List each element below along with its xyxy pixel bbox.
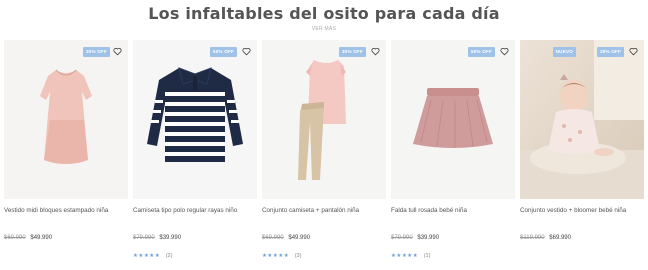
review-count: (3) <box>294 253 302 259</box>
product-name[interactable]: Conjunto vestido + bloomer bebé niña <box>520 207 644 214</box>
top-and-pants-icon <box>262 40 386 199</box>
price-new: $69.990 <box>549 235 571 241</box>
price-row: $69.990 $49.990 <box>262 235 310 241</box>
product-name[interactable]: Falda tull rosada bebé niña <box>391 207 515 214</box>
tulle-skirt-icon <box>391 40 515 199</box>
product-card[interactable]: 50% OFF Camiseta tipo polo regular rayas… <box>133 40 257 265</box>
wishlist-heart-icon[interactable] <box>112 46 123 57</box>
price-old: $119.990 <box>520 235 545 241</box>
price-row: $79.990 $39.990 <box>133 235 181 241</box>
product-name[interactable]: Vestido midi bloques estampado niña <box>4 207 128 214</box>
price-old: $79.990 <box>133 235 155 241</box>
product-image[interactable]: 50% OFF <box>133 40 257 199</box>
product-grid: 30% OFF Vestido midi bloques estampado n… <box>4 40 644 265</box>
discount-badge: 50% OFF <box>467 47 495 57</box>
rating-stars-icon: ★★★★★ <box>262 253 290 259</box>
price-row: $69.990 $49.990 <box>4 235 52 241</box>
product-card[interactable]: 50% OFF Falda tull rosada bebé niña $79.… <box>391 40 515 265</box>
price-old: $69.990 <box>262 235 284 241</box>
discount-badge: 50% OFF <box>209 47 237 57</box>
price-new: $49.990 <box>288 235 311 241</box>
wishlist-heart-icon[interactable] <box>241 46 252 57</box>
baby-photo-icon <box>520 40 644 199</box>
product-card[interactable]: 30% OFF Conjunto camiseta + pantalón niñ… <box>262 40 386 265</box>
product-image[interactable]: 50% OFF <box>391 40 515 199</box>
rating[interactable]: ★★★★★ (2) <box>133 253 172 259</box>
price-old: $69.990 <box>4 235 26 241</box>
review-count: (2) <box>165 253 173 259</box>
review-count: (1) <box>423 253 431 259</box>
new-badge: NUEVO <box>552 47 576 57</box>
discount-badge: 30% OFF <box>338 47 366 57</box>
price-row: $79.990 $39.990 <box>391 235 439 241</box>
wishlist-heart-icon[interactable] <box>499 46 510 57</box>
product-image[interactable]: 30% OFF <box>262 40 386 199</box>
rating[interactable]: ★★★★★ (3) <box>262 253 301 259</box>
product-name[interactable]: Camiseta tipo polo regular rayas niño <box>133 207 257 214</box>
rating[interactable]: ★★★★★ (1) <box>391 253 430 259</box>
rating-stars-icon: ★★★★★ <box>391 253 419 259</box>
price-row: $119.990 $69.990 <box>520 235 571 241</box>
product-image[interactable]: 30% OFF <box>4 40 128 199</box>
pink-dress-icon <box>4 40 128 199</box>
product-image[interactable]: NUEVO 30% OFF <box>520 40 644 199</box>
section-title: Los infaltables del osito para cada día <box>148 4 500 23</box>
wishlist-heart-icon[interactable] <box>370 46 381 57</box>
product-card[interactable]: NUEVO 30% OFF Conjunto vestido + bloomer… <box>520 40 644 265</box>
discount-badge: 30% OFF <box>82 47 110 57</box>
price-old: $79.990 <box>391 235 413 241</box>
rating-stars-icon: ★★★★★ <box>133 253 161 259</box>
price-new: $39.990 <box>159 235 182 241</box>
price-new: $49.990 <box>30 235 53 241</box>
price-new: $39.990 <box>417 235 440 241</box>
discount-badge: 30% OFF <box>596 47 624 57</box>
see-more-link[interactable]: VER MÁS <box>0 26 648 32</box>
striped-polo-icon <box>133 40 257 199</box>
wishlist-heart-icon[interactable] <box>628 46 639 57</box>
product-name[interactable]: Conjunto camiseta + pantalón niña <box>262 207 386 214</box>
product-card[interactable]: 30% OFF Vestido midi bloques estampado n… <box>4 40 128 265</box>
